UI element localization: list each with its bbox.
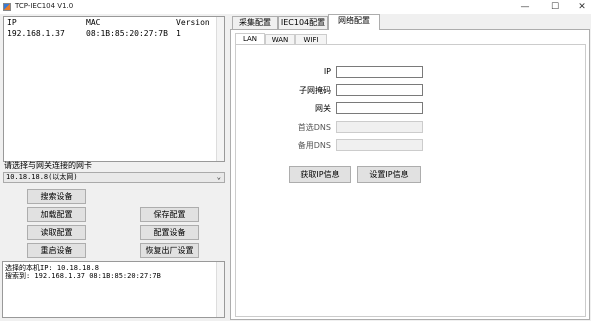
tab-iec104-config[interactable]: IEC104配置 — [278, 16, 328, 29]
gateway-label: 网关 — [315, 104, 331, 113]
nic-label: 请选择与网关连接的网卡 — [4, 161, 92, 170]
left-panel: IP MAC Version 192.168.1.37 08:1B:85:20:… — [0, 14, 227, 321]
close-icon[interactable]: ✕ — [567, 0, 591, 14]
log-scrollbar[interactable] — [216, 262, 224, 317]
log-line: 选择的本机IP: 10.18.18.8 — [5, 264, 100, 272]
device-list-scrollbar[interactable] — [216, 17, 224, 161]
device-row[interactable]: 192.168.1.37 08:1B:85:20:27:7B 1 — [4, 29, 224, 40]
app-icon — [3, 3, 11, 11]
search-device-button[interactable]: 搜索设备 — [27, 189, 86, 204]
secondary-dns-field — [336, 139, 423, 151]
factory-reset-button[interactable]: 恢复出厂设置 — [140, 243, 199, 258]
device-list[interactable]: IP MAC Version 192.168.1.37 08:1B:85:20:… — [3, 16, 225, 162]
title-bar: TCP-IEC104 V1.0 — ☐ ✕ — [0, 0, 591, 14]
restart-device-button[interactable]: 重启设备 — [27, 243, 86, 258]
maximize-icon[interactable]: ☐ — [540, 0, 570, 14]
ip-label: IP — [323, 67, 331, 76]
column-header-mac[interactable]: MAC — [86, 18, 100, 27]
column-header-ip[interactable]: IP — [7, 18, 17, 27]
get-ip-info-button[interactable]: 获取IP信息 — [289, 166, 351, 183]
main-tabs: 采集配置 IEC104配置 网络配置 — [230, 14, 591, 30]
ip-field[interactable] — [336, 66, 423, 78]
subnet-mask-label: 子网掩码 — [299, 86, 331, 95]
gateway-field[interactable] — [336, 102, 423, 114]
device-mac: 08:1B:85:20:27:7B — [86, 29, 168, 38]
tab-network-config[interactable]: 网络配置 — [328, 14, 380, 30]
nic-select[interactable]: 10.18.18.8(以太网) ⌄ — [3, 172, 225, 183]
configure-device-button[interactable]: 配置设备 — [140, 225, 199, 240]
chevron-down-icon[interactable]: ⌄ — [217, 173, 221, 182]
secondary-dns-label: 备用DNS — [297, 141, 331, 150]
read-config-button[interactable]: 读取配置 — [27, 225, 86, 240]
log-output[interactable]: 选择的本机IP: 10.18.18.8 搜索到: 192.168.1.37 08… — [2, 261, 225, 318]
log-line: 搜索到: 192.168.1.37 08:1B:85:20:27:7B — [5, 272, 161, 280]
save-config-button[interactable]: 保存配置 — [140, 207, 199, 222]
subnet-mask-field[interactable] — [336, 84, 423, 96]
window-title: TCP-IEC104 V1.0 — [15, 2, 74, 10]
primary-dns-label: 首选DNS — [297, 123, 331, 132]
device-ip: 192.168.1.37 — [7, 29, 65, 38]
column-header-version[interactable]: Version — [176, 18, 210, 27]
minimize-icon[interactable]: — — [510, 0, 540, 14]
tab-collection-config[interactable]: 采集配置 — [232, 16, 278, 29]
device-list-header: IP MAC Version — [4, 18, 224, 29]
set-ip-info-button[interactable]: 设置IP信息 — [357, 166, 421, 183]
device-version: 1 — [176, 29, 181, 38]
load-config-button[interactable]: 加载配置 — [27, 207, 86, 222]
nic-selected-value: 10.18.18.8(以太网) — [6, 173, 78, 181]
primary-dns-field — [336, 121, 423, 133]
